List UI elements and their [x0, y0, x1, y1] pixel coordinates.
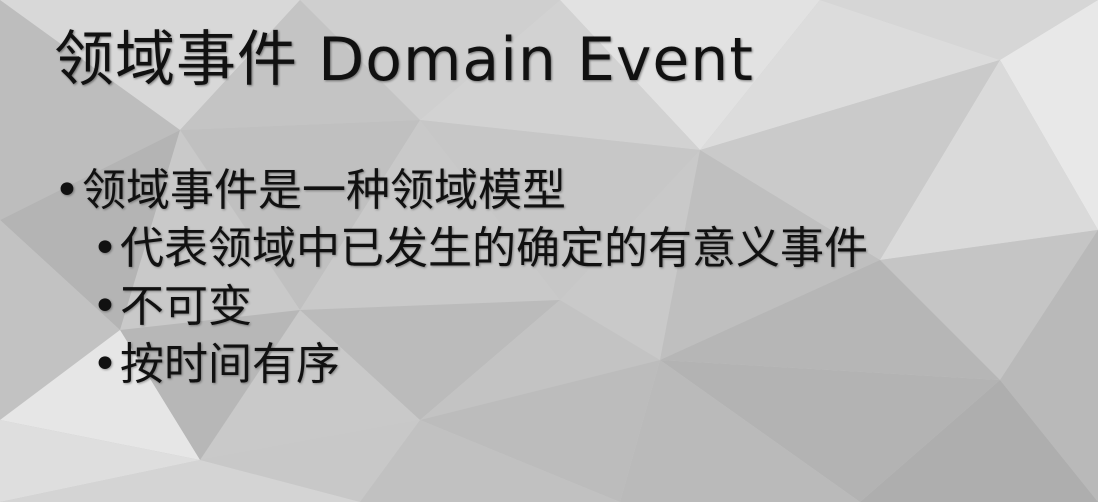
- sub-bullet-item: •代表领域中已发生的确定的有意义事件: [54, 220, 868, 278]
- sub-bullet-text: 按时间有序: [119, 339, 340, 390]
- bullet-dot: •: [92, 339, 118, 390]
- sub-bullet-text: 代表领域中已发生的确定的有意义事件: [119, 223, 868, 274]
- bullet-dot: •: [92, 223, 118, 274]
- bullet-list: •领域事件是一种领域模型 •代表领域中已发生的确定的有意义事件 •不可变 •按时…: [54, 162, 868, 394]
- bullet-item: •领域事件是一种领域模型: [54, 162, 868, 220]
- bullet-dot: •: [92, 281, 118, 332]
- sub-bullet-text: 不可变: [119, 281, 252, 332]
- sub-bullet-item: •不可变: [54, 278, 868, 336]
- slide-title: 领域事件 Domain Event: [54, 25, 754, 95]
- bullet-dot: •: [54, 165, 80, 216]
- sub-bullet-item: •按时间有序: [54, 336, 868, 394]
- bullet-text: 领域事件是一种领域模型: [81, 165, 566, 216]
